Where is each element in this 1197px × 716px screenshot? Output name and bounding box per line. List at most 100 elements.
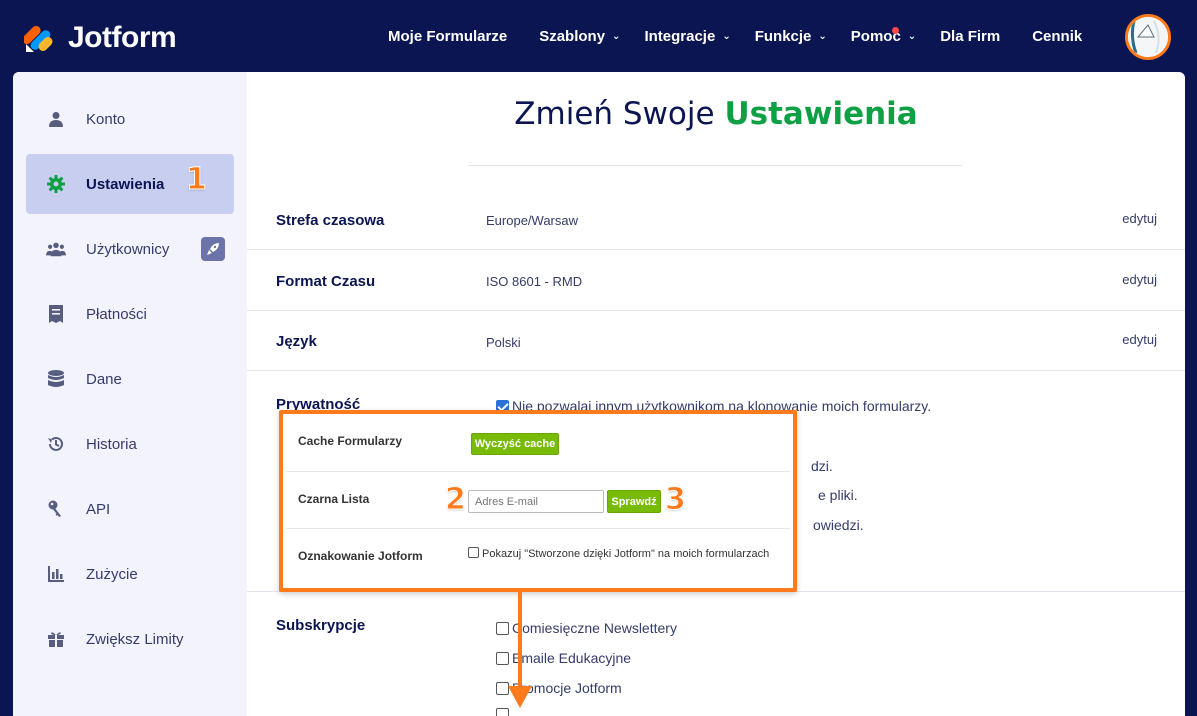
- sidebar-item-zuzycie[interactable]: Zużycie: [26, 544, 234, 604]
- option-text: e pliki.: [818, 487, 858, 503]
- title-divider: [468, 165, 962, 166]
- checkbox[interactable]: [496, 622, 509, 635]
- setting-label: Subskrypcje: [276, 617, 366, 634]
- privacy-option-partial: dzi.: [811, 458, 833, 474]
- nav-label: Cennik: [1032, 28, 1083, 45]
- setting-label: Strefa czasowa: [276, 212, 385, 229]
- sidebar: Konto Ustawienia 1 Użytkownicy Płatności…: [13, 72, 247, 716]
- sidebar-item-api[interactable]: API: [26, 479, 234, 539]
- sidebar-item-platnosci[interactable]: Płatności: [26, 284, 234, 344]
- edit-link[interactable]: edytuj: [1122, 211, 1157, 226]
- chevron-down-icon: ⌄: [818, 31, 827, 42]
- setting-value: Europe/Warsaw: [486, 213, 578, 228]
- sidebar-item-zwieksz-limity[interactable]: Zwiększ Limity: [26, 609, 234, 669]
- avatar[interactable]: [1125, 14, 1171, 60]
- account-panel: Konto Ustawienia 1 Użytkownicy Płatności…: [13, 72, 1185, 716]
- nav-dla-firm[interactable]: Dla Firm: [940, 28, 1000, 45]
- option-text: Emaile Edukacyjne: [512, 650, 632, 666]
- cache-row: Cache Formularzy Wyczyść cache: [286, 414, 790, 472]
- page-title-accent: Ustawienia: [724, 96, 918, 132]
- main-nav: Moje Formularze Szablony ⌄ Integracje ⌄ Fu…: [388, 27, 1082, 45]
- chevron-down-icon: ⌄: [722, 31, 731, 42]
- user-icon: [46, 109, 66, 129]
- sidebar-item-label: Konto: [86, 110, 126, 128]
- sidebar-item-konto[interactable]: Konto: [26, 89, 234, 149]
- sidebar-item-label: Zwiększ Limity: [86, 630, 184, 648]
- sidebar-item-label: Historia: [86, 435, 137, 453]
- jotform-logo-icon: [24, 25, 53, 52]
- users-icon: [46, 239, 66, 259]
- sidebar-item-historia[interactable]: Historia: [26, 414, 234, 474]
- setting-row-subscriptions: Subskrypcje Comiesięczne Newslettery Ema…: [247, 592, 1185, 716]
- page-title: Zmień Swoje Ustawienia: [247, 96, 1185, 132]
- jotform-logo[interactable]: Jotform: [24, 20, 177, 56]
- subscription-option[interactable]: Comiesięczne Newslettery: [496, 620, 677, 636]
- bar-chart-icon: [46, 564, 66, 584]
- clear-cache-button[interactable]: Wyczyść cache: [471, 433, 559, 455]
- setting-row-timezone: Strefa czasowa Europe/Warsaw edytuj: [247, 189, 1185, 250]
- annotation-step-3: 3: [665, 482, 687, 518]
- sidebar-item-label: Płatności: [86, 305, 147, 323]
- gift-icon: [46, 629, 66, 649]
- privacy-option-partial: e pliki.: [818, 487, 858, 503]
- email-field[interactable]: [468, 490, 604, 513]
- nav-cennik[interactable]: Cennik: [1032, 28, 1082, 45]
- nav-szablony[interactable]: Szablony ⌄: [539, 28, 620, 45]
- brand-name: Jotform: [68, 21, 177, 54]
- rocket-icon: [201, 237, 225, 261]
- nav-label: Szablony: [539, 28, 606, 45]
- key-icon: [46, 499, 66, 519]
- nav-funkcje[interactable]: Funkcje ⌄: [755, 28, 827, 45]
- subscription-option[interactable]: Emaile Edukacyjne: [496, 650, 631, 666]
- check-button[interactable]: Sprawdź: [607, 490, 661, 513]
- setting-label: Format Czasu: [276, 273, 376, 290]
- option-text: dzi.: [811, 458, 833, 474]
- branding-option[interactable]: Pokazuj "Stworzone dzięki Jotform" na mo…: [468, 547, 769, 560]
- arrow-down-icon: [508, 686, 532, 708]
- sidebar-item-uzytkownicy[interactable]: Użytkownicy: [26, 219, 234, 279]
- sidebar-item-label: Ustawienia: [86, 175, 165, 193]
- option-text: owiedzi.: [813, 517, 864, 533]
- nav-integracje[interactable]: Integracje ⌄: [644, 28, 730, 45]
- advanced-settings-callout: Cache Formularzy Wyczyść cache Czarna Li…: [279, 410, 797, 592]
- setting-row-time-format: Format Czasu ISO 8601 - RMD edytuj: [247, 250, 1185, 311]
- avatar-image: [1128, 17, 1168, 57]
- option-text: Comiesięczne Newslettery: [512, 620, 677, 636]
- nav-label: Dla Firm: [940, 28, 1001, 45]
- nav-label: Integracje: [644, 28, 716, 45]
- branding-label: Oznakowanie Jotform: [298, 549, 423, 563]
- sidebar-item-dane[interactable]: Dane: [26, 349, 234, 409]
- nav-label: Funkcje: [754, 28, 812, 45]
- setting-value: Polski: [486, 335, 521, 350]
- receipt-icon: [46, 304, 66, 324]
- nav-moje-formularze[interactable]: Moje Formularze: [388, 28, 507, 45]
- sidebar-item-label: API: [86, 500, 111, 518]
- database-icon: [46, 369, 66, 389]
- blacklist-label: Czarna Lista: [298, 492, 370, 506]
- checkbox[interactable]: [468, 547, 479, 558]
- top-navigation-bar: Jotform Moje Formularze Szablony ⌄ Integr…: [0, 0, 1197, 72]
- history-icon: [46, 434, 66, 454]
- edit-link[interactable]: edytuj: [1122, 332, 1157, 347]
- setting-label: Język: [276, 333, 317, 350]
- chevron-down-icon: ⌄: [612, 31, 621, 42]
- sidebar-item-label: Użytkownicy: [86, 240, 170, 258]
- setting-value: ISO 8601 - RMD: [486, 274, 583, 289]
- option-text: Pokazuj "Stworzone dzięki Jotform" na mo…: [482, 548, 770, 560]
- annotation-step-1: 1: [186, 162, 208, 198]
- arrow-shaft: [518, 592, 522, 690]
- setting-row-language: Język Polski edytuj: [247, 311, 1185, 371]
- checkbox[interactable]: [496, 652, 509, 665]
- sidebar-item-label: Zużycie: [86, 565, 138, 583]
- page-title-plain: Zmień Swoje: [514, 96, 715, 132]
- nav-pomoc[interactable]: Pomoc ⌄: [851, 27, 916, 45]
- checkbox[interactable]: [496, 708, 509, 716]
- cache-label: Cache Formularzy: [298, 434, 403, 448]
- privacy-option-partial: owiedzi.: [813, 517, 864, 533]
- nav-label: Moje Formularze: [388, 28, 508, 45]
- sidebar-item-label: Dane: [86, 370, 122, 388]
- gear-icon: [46, 174, 66, 194]
- annotation-step-2: 2: [445, 482, 467, 518]
- edit-link[interactable]: edytuj: [1122, 272, 1157, 287]
- settings-main: Zmień Swoje Ustawienia Strefa czasowa Eu…: [247, 72, 1185, 716]
